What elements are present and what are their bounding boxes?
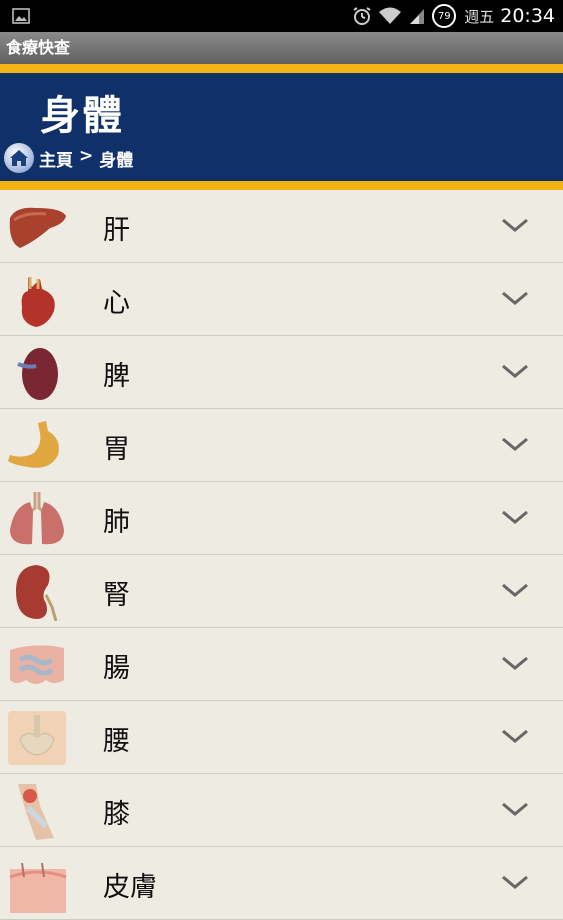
list-item-kidney[interactable]: 腎 bbox=[0, 555, 563, 628]
app-title: 食療快查 bbox=[6, 38, 71, 57]
list-item-intestine[interactable]: 腸 bbox=[0, 628, 563, 701]
image-notification-icon bbox=[12, 8, 30, 24]
chevron-down-icon[interactable] bbox=[500, 289, 530, 307]
intestine-icon bbox=[10, 645, 64, 684]
skin-icon bbox=[9, 862, 67, 913]
list-item-label: 膝 bbox=[103, 799, 130, 830]
lungs-icon bbox=[10, 492, 64, 545]
wifi-icon bbox=[379, 7, 402, 24]
list-item-stomach[interactable]: 胃 bbox=[0, 409, 563, 482]
heart-icon bbox=[21, 277, 55, 327]
list-item-label: 腰 bbox=[103, 726, 130, 757]
list-item-spleen[interactable]: 脾 bbox=[0, 336, 563, 409]
battery-icon: 79 bbox=[432, 4, 457, 28]
page-header: 身體 主頁 > 身體 bbox=[0, 73, 563, 181]
lower-back-icon bbox=[8, 711, 66, 765]
home-icon[interactable] bbox=[4, 143, 34, 173]
breadcrumb: 主頁 > 身體 bbox=[4, 143, 133, 173]
spleen-icon bbox=[17, 348, 58, 400]
alarm-icon bbox=[353, 7, 371, 25]
chevron-down-icon[interactable] bbox=[500, 581, 530, 599]
app-title-bar: 食療快查 bbox=[0, 32, 563, 64]
chevron-down-icon[interactable] bbox=[500, 873, 530, 891]
liver-icon bbox=[9, 207, 66, 248]
list-item-label: 肝 bbox=[103, 215, 130, 246]
kidney-icon bbox=[16, 565, 58, 621]
chevron-down-icon[interactable] bbox=[500, 654, 530, 672]
list-item-lungs[interactable]: 肺 bbox=[0, 482, 563, 555]
list-item-heart[interactable]: 心 bbox=[0, 263, 563, 336]
breadcrumb-home[interactable]: 主頁 bbox=[39, 146, 73, 171]
chevron-down-icon[interactable] bbox=[500, 727, 530, 745]
list-item-label: 皮膚 bbox=[103, 872, 157, 903]
knee-icon bbox=[18, 784, 54, 840]
list-item-label: 腎 bbox=[103, 580, 130, 611]
battery-level: 79 bbox=[437, 10, 451, 22]
stomach-icon bbox=[8, 421, 59, 468]
list-item-label: 胃 bbox=[103, 434, 130, 465]
chevron-down-icon[interactable] bbox=[500, 800, 530, 818]
list-item-label: 肺 bbox=[103, 507, 130, 538]
breadcrumb-current: 身體 bbox=[99, 150, 134, 171]
status-bar: 79 週五 20:34 bbox=[0, 0, 563, 32]
page-title: 身體 bbox=[40, 93, 124, 139]
chevron-down-icon[interactable] bbox=[500, 216, 530, 234]
status-time: 20:34 bbox=[500, 5, 555, 27]
header-top-stripe bbox=[0, 64, 563, 73]
list-item-label: 腸 bbox=[103, 653, 130, 684]
chevron-down-icon[interactable] bbox=[500, 362, 530, 380]
signal-icon bbox=[410, 9, 425, 24]
list-item-label: 脾 bbox=[103, 361, 130, 392]
list-item-lower-back[interactable]: 腰 bbox=[0, 701, 563, 774]
chevron-down-icon[interactable] bbox=[500, 508, 530, 526]
list-item-skin[interactable]: 皮膚 bbox=[0, 847, 563, 920]
header-bottom-stripe bbox=[0, 181, 563, 190]
chevron-down-icon[interactable] bbox=[500, 435, 530, 453]
list-item-label: 心 bbox=[103, 288, 130, 319]
status-weekday: 週五 bbox=[464, 7, 495, 26]
breadcrumb-separator: > bbox=[79, 145, 94, 166]
list-item-liver[interactable]: 肝 bbox=[0, 190, 563, 263]
body-part-list: 肝 心 脾 胃 肺 腎 腸 腰 膝 皮膚 bbox=[0, 190, 563, 920]
list-item-knee[interactable]: 膝 bbox=[0, 774, 563, 847]
